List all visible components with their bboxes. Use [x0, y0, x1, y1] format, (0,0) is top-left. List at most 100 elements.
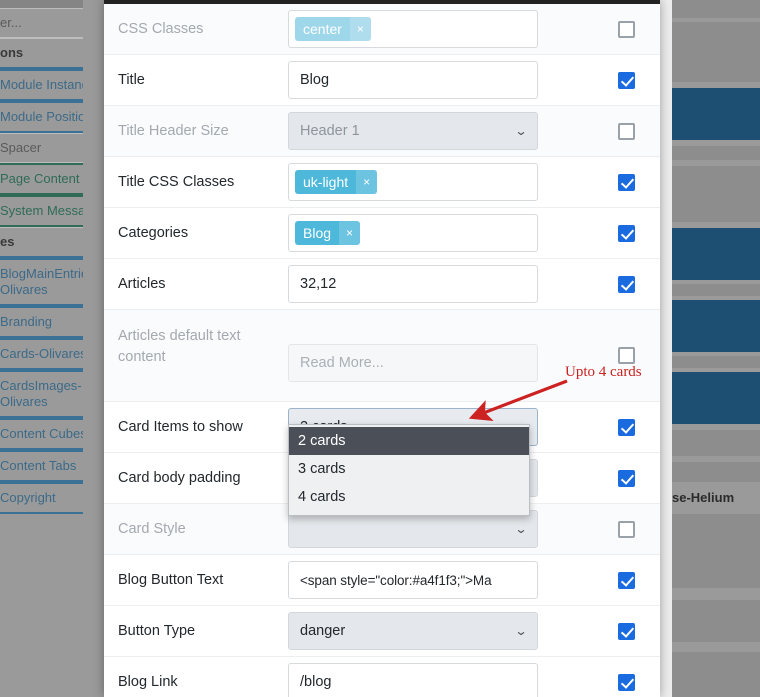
settings-row: CSS Classes center × [104, 4, 660, 55]
sidebar-top-bar [0, 0, 83, 8]
setting-toggle-cell [592, 20, 660, 38]
screen: er... ons Module Instanc Module Positio Spac… [0, 0, 760, 697]
setting-control-cell: uk-light × [288, 163, 592, 201]
setting-label: Articles default text content [118, 328, 241, 365]
dropdown-option[interactable]: 3 cards [289, 455, 529, 483]
sidebar-item-5[interactable]: Page Content [0, 163, 83, 195]
setting-label: Blog Button Text [118, 571, 224, 588]
tag-chip: center × [295, 17, 371, 41]
content-placeholder-strip [672, 166, 760, 222]
setting-toggle-cell [592, 469, 660, 487]
settings-form: CSS Classes center × Title Blog Title Header … [104, 4, 660, 697]
sidebar-item-13[interactable]: Content Tabs [0, 450, 83, 482]
sidebar-item-8[interactable]: BlogMainEntrie Olivares [0, 258, 83, 306]
tag-chip: Blog × [295, 221, 361, 245]
setting-control-cell: center × [288, 10, 592, 48]
setting-label: Blog Link [118, 673, 178, 690]
background-gutter [660, 0, 672, 697]
card-items-dropdown-list[interactable]: 2 cards 3 cards 4 cards [288, 424, 530, 516]
content-placeholder-strip [672, 600, 760, 642]
settings-row: Articles 32,12 [104, 259, 660, 310]
setting-label: Button Type [118, 622, 196, 639]
text-input[interactable]: <span style="color:#a4f1f3;">Ma [288, 561, 538, 599]
background-left-sidebar: er... ons Module Instanc Module Positio Spac… [0, 0, 83, 697]
setting-control-cell: Blog × [288, 214, 592, 252]
sidebar-item-0[interactable]: er... [0, 8, 83, 38]
setting-toggle-cell [592, 520, 660, 538]
setting-checkbox[interactable] [617, 469, 635, 487]
content-card-block [672, 300, 760, 352]
background-right-content: se-Helium … [672, 0, 760, 697]
tag-input[interactable]: center × [288, 10, 538, 48]
content-card-block [672, 228, 760, 280]
setting-checkbox[interactable] [617, 418, 635, 436]
tag-input[interactable]: Blog × [288, 214, 538, 252]
sidebar-item-3[interactable]: Module Positio [0, 101, 83, 133]
tag-input[interactable]: uk-light × [288, 163, 538, 201]
setting-checkbox[interactable] [617, 275, 635, 293]
setting-toggle-cell [592, 71, 660, 89]
setting-checkbox[interactable] [617, 20, 635, 38]
select-control[interactable]: danger ⌄ [288, 612, 538, 650]
setting-checkbox[interactable] [617, 71, 635, 89]
dropdown-option[interactable]: 4 cards [289, 483, 529, 511]
dropdown-option[interactable]: 2 cards [289, 427, 529, 455]
content-card-block [672, 372, 760, 424]
sidebar-item-6[interactable]: System Messa [0, 195, 83, 227]
text-input[interactable]: Blog [288, 61, 538, 99]
sidebar-item-2[interactable]: Module Instanc [0, 69, 83, 101]
background-content-title: se-Helium [672, 490, 735, 505]
setting-toggle-cell [592, 622, 660, 640]
sidebar-item-9[interactable]: Branding [0, 306, 83, 338]
setting-label: Card Items to show [118, 418, 243, 435]
setting-label: Articles [118, 275, 166, 292]
sidebar-item-11[interactable]: CardsImages- Olivares [0, 370, 83, 418]
settings-row: Articles default text content Read More..… [104, 310, 660, 402]
tag-remove-icon[interactable]: × [349, 17, 371, 41]
setting-checkbox[interactable] [617, 122, 635, 140]
sidebar-item-4[interactable]: Spacer [0, 133, 83, 163]
content-placeholder-strip [672, 0, 760, 18]
sidebar-item-12[interactable]: Content Cubes [0, 418, 83, 450]
setting-checkbox[interactable] [617, 622, 635, 640]
tag-remove-icon[interactable]: × [339, 221, 361, 245]
background-faint-text: … [678, 560, 689, 572]
setting-label: Title [118, 71, 145, 88]
select-control[interactable]: Header 1 ⌄ [288, 112, 538, 150]
tag-chip: uk-light × [295, 170, 378, 194]
setting-control-cell: <span style="color:#a4f1f3;">Ma [288, 561, 592, 599]
text-input[interactable]: /blog [288, 663, 538, 697]
content-placeholder-strip [672, 22, 760, 82]
setting-toggle-cell [592, 173, 660, 191]
setting-control-cell: /blog [288, 663, 592, 697]
text-input[interactable]: 32,12 [288, 265, 538, 303]
setting-toggle-cell [592, 275, 660, 293]
chevron-down-icon: ⌄ [514, 124, 528, 138]
tag-remove-icon[interactable]: × [356, 170, 378, 194]
sidebar-item-1[interactable]: ons [0, 38, 83, 69]
select-value: Header 1 [300, 123, 360, 139]
tag-label: uk-light [303, 174, 349, 190]
setting-toggle-cell [592, 673, 660, 691]
settings-row: Title Header Size Header 1 ⌄ [104, 106, 660, 157]
setting-control-cell: Header 1 ⌄ [288, 112, 592, 150]
setting-toggle-cell [592, 571, 660, 589]
sidebar-item-10[interactable]: Cards-Olivares [0, 338, 83, 370]
setting-toggle-cell [592, 418, 660, 436]
module-settings-modal: CSS Classes center × Title Blog Title Header … [104, 0, 660, 697]
tag-label: Blog [303, 225, 332, 241]
setting-control-cell: danger ⌄ [288, 612, 592, 650]
setting-checkbox[interactable] [617, 673, 635, 691]
setting-checkbox[interactable] [617, 571, 635, 589]
setting-checkbox[interactable] [617, 224, 635, 242]
sidebar-item-7[interactable]: es [0, 227, 83, 258]
setting-control-cell: Blog [288, 61, 592, 99]
setting-label: CSS Classes [118, 20, 204, 37]
setting-checkbox[interactable] [617, 520, 635, 538]
setting-checkbox[interactable] [617, 173, 635, 191]
setting-checkbox[interactable] [617, 347, 635, 364]
textarea-input[interactable]: Read More... [288, 344, 538, 382]
setting-label: Title CSS Classes [118, 173, 235, 190]
sidebar-item-14[interactable]: Copyright [0, 482, 83, 514]
setting-label: Card Style [118, 520, 186, 537]
